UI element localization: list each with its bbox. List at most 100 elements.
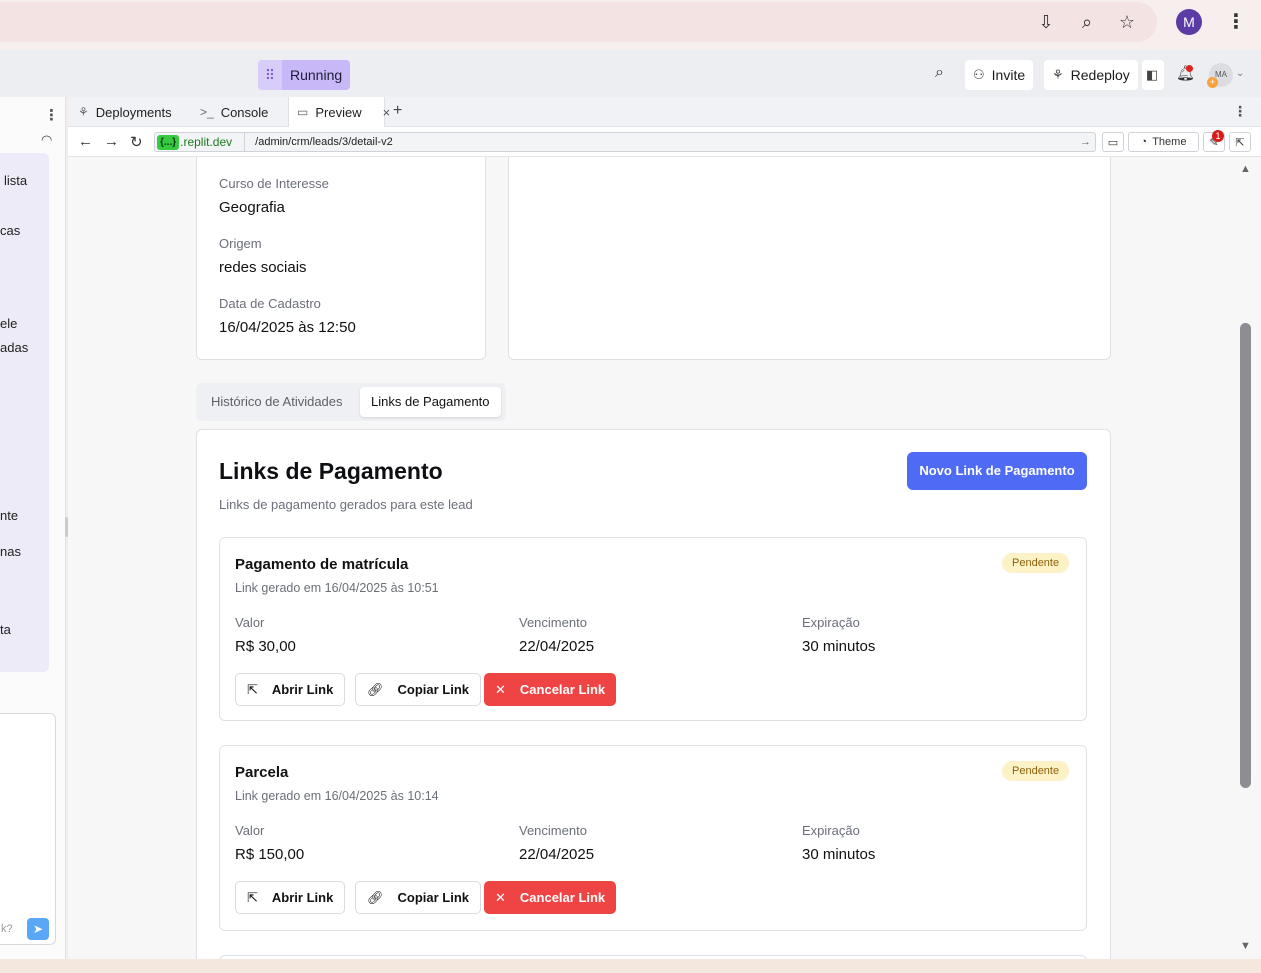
notification-dot: [1186, 65, 1193, 72]
valor-value: R$ 30,00: [235, 638, 296, 655]
browser-toolbar: [0, 0, 1261, 50]
install-icon[interactable]: ⇩: [1034, 10, 1058, 34]
redeploy-label: Redeploy: [1070, 67, 1130, 83]
close-icon: ✕: [495, 889, 506, 905]
expiracao-value: 30 minutos: [802, 846, 876, 863]
scroll-up-icon[interactable]: ▲: [1240, 163, 1251, 175]
forward-icon[interactable]: →: [104, 133, 119, 150]
chat-text-fragment: ele: [0, 316, 18, 331]
link-icon: 🔗︎: [367, 889, 384, 905]
status-badge: Pendente: [1002, 761, 1070, 781]
cancel-link-button[interactable]: ✕ Cancelar Link: [484, 673, 617, 706]
go-arrow-icon[interactable]: →: [1080, 136, 1091, 148]
devices-icon: ▭: [1107, 136, 1119, 149]
tab-console[interactable]: >_ Console: [192, 97, 286, 127]
external-link-icon: ⇱: [1235, 136, 1245, 149]
open-external-button[interactable]: ⇱: [1229, 132, 1251, 152]
layers-icon: ◧: [1146, 67, 1159, 82]
copy-link-button[interactable]: 🔗︎ Copiar Link: [355, 673, 482, 706]
theme-button[interactable]: ◔ Theme: [1128, 132, 1199, 152]
cancel-link-label: Cancelar Link: [519, 682, 606, 697]
zoom-icon[interactable]: ⌕: [1075, 10, 1099, 34]
chat-text-fragment: ta: [0, 622, 11, 637]
expiracao-label: Expiração: [802, 823, 860, 838]
new-payment-link-button[interactable]: Novo Link de Pagamento: [907, 452, 1087, 490]
open-link-button[interactable]: ⇱ Abrir Link: [235, 673, 346, 706]
tab-label: Console: [220, 104, 269, 120]
chat-text-fragment: lista: [4, 173, 28, 188]
valor-label: Valor: [235, 823, 265, 838]
palette-icon: ◔: [1140, 136, 1148, 148]
preview-url-bar[interactable]: {...} .replit.dev /admin/crm/leads/3/det…: [154, 132, 1096, 152]
run-status-label: Running: [282, 60, 351, 90]
open-link-label: Abrir Link: [271, 682, 334, 697]
expiracao-label: Expiração: [802, 615, 860, 630]
vencimento-label: Vencimento: [519, 823, 587, 838]
open-link-button[interactable]: ⇱ Abrir Link: [235, 881, 346, 914]
item-title: Parcela: [235, 764, 289, 781]
item-generated: Link gerado em 16/04/2025 às 10:14: [235, 789, 439, 803]
terminal-icon: >_: [200, 105, 214, 119]
browser-omnibox[interactable]: [0, 2, 1157, 42]
monitor-icon: ▭: [297, 105, 309, 119]
theme-label: Theme: [1152, 136, 1187, 148]
link-icon: 🔗︎: [367, 681, 384, 697]
vencimento-value: 22/04/2025: [519, 846, 595, 863]
vencimento-label: Vencimento: [519, 615, 587, 630]
invite-button[interactable]: ⚇ Invite: [965, 60, 1034, 90]
chevron-down-icon[interactable]: ⌄: [1236, 68, 1244, 79]
chat-text-fragment: cas: [0, 223, 21, 238]
chat-input[interactable]: k?: [0, 713, 56, 945]
notification-badge: 1: [1212, 130, 1224, 142]
reload-icon[interactable]: ↻: [130, 133, 143, 151]
chat-text-fragment: adas: [0, 340, 29, 355]
deploy-icon: ⚘: [1052, 67, 1064, 82]
tab-historico[interactable]: Histórico de Atividades: [200, 387, 354, 417]
url-path[interactable]: /admin/crm/leads/3/detail-v2: [244, 133, 393, 151]
payment-link-item: Parcela Link gerado em 16/04/2025 às 10:…: [219, 745, 1087, 931]
external-link-icon: ⇱: [247, 889, 258, 905]
run-status[interactable]: ⠿ Running: [258, 60, 351, 90]
close-icon: ✕: [495, 681, 506, 697]
repl-tag: {...}: [157, 134, 180, 150]
cancel-link-label: Cancelar Link: [519, 890, 606, 905]
payment-links-card: Links de Pagamento Links de pagamento ge…: [196, 429, 1111, 959]
scrollbar-thumb[interactable]: [1240, 323, 1251, 788]
field-value: Geografia: [219, 199, 285, 216]
open-link-label: Abrir Link: [271, 890, 334, 905]
chat-text-fragment: nas: [0, 544, 21, 559]
item-title: Pagamento de matrícula: [235, 556, 409, 573]
close-icon[interactable]: ×: [383, 105, 391, 120]
copy-link-button[interactable]: 🔗︎ Copiar Link: [355, 881, 482, 914]
devices-button[interactable]: ▭: [1102, 132, 1124, 152]
content-tabs: Histórico de Atividades Links de Pagamen…: [196, 383, 506, 421]
gauge-icon[interactable]: ◠: [41, 132, 52, 148]
field-label: Origem: [219, 236, 262, 251]
status-badge: Pendente: [1002, 553, 1070, 573]
section-subtitle: Links de pagamento gerados para este lea…: [219, 497, 473, 512]
preview-viewport: Curso de Interesse Geografia Origem rede…: [68, 157, 1237, 959]
scroll-down-icon[interactable]: ▼: [1240, 940, 1251, 952]
add-tab-icon[interactable]: +: [393, 102, 402, 120]
bookmark-star-icon[interactable]: ☆: [1115, 10, 1139, 34]
deploy-icon: ⚘: [78, 105, 89, 119]
tab-deployments[interactable]: ⚘ Deployments: [70, 97, 188, 127]
plus-badge-icon: +: [1207, 77, 1218, 88]
tab-links-pagamento[interactable]: Links de Pagamento: [360, 387, 501, 417]
panel-menu-icon[interactable]: ⋮: [44, 106, 59, 124]
layers-button[interactable]: ◧: [1142, 60, 1164, 90]
search-icon[interactable]: ⌕: [935, 64, 944, 82]
valor-label: Valor: [235, 615, 265, 630]
redeploy-button[interactable]: ⚘ Redeploy: [1044, 60, 1138, 90]
profile-avatar[interactable]: M: [1176, 9, 1202, 35]
back-icon[interactable]: ←: [78, 133, 93, 150]
tabs-menu-icon[interactable]: ⋮: [1233, 103, 1247, 120]
tab-label: Preview: [315, 104, 362, 120]
send-icon[interactable]: ➤: [27, 918, 49, 940]
browser-menu-icon[interactable]: ⋮: [1226, 9, 1246, 35]
tab-preview[interactable]: ▭ Preview ×: [288, 97, 390, 127]
cancel-link-button[interactable]: ✕ Cancelar Link: [484, 881, 617, 914]
grid-icon: ⠿: [258, 60, 282, 90]
valor-value: R$ 150,00: [235, 846, 305, 863]
copy-link-label: Copiar Link: [397, 682, 470, 697]
